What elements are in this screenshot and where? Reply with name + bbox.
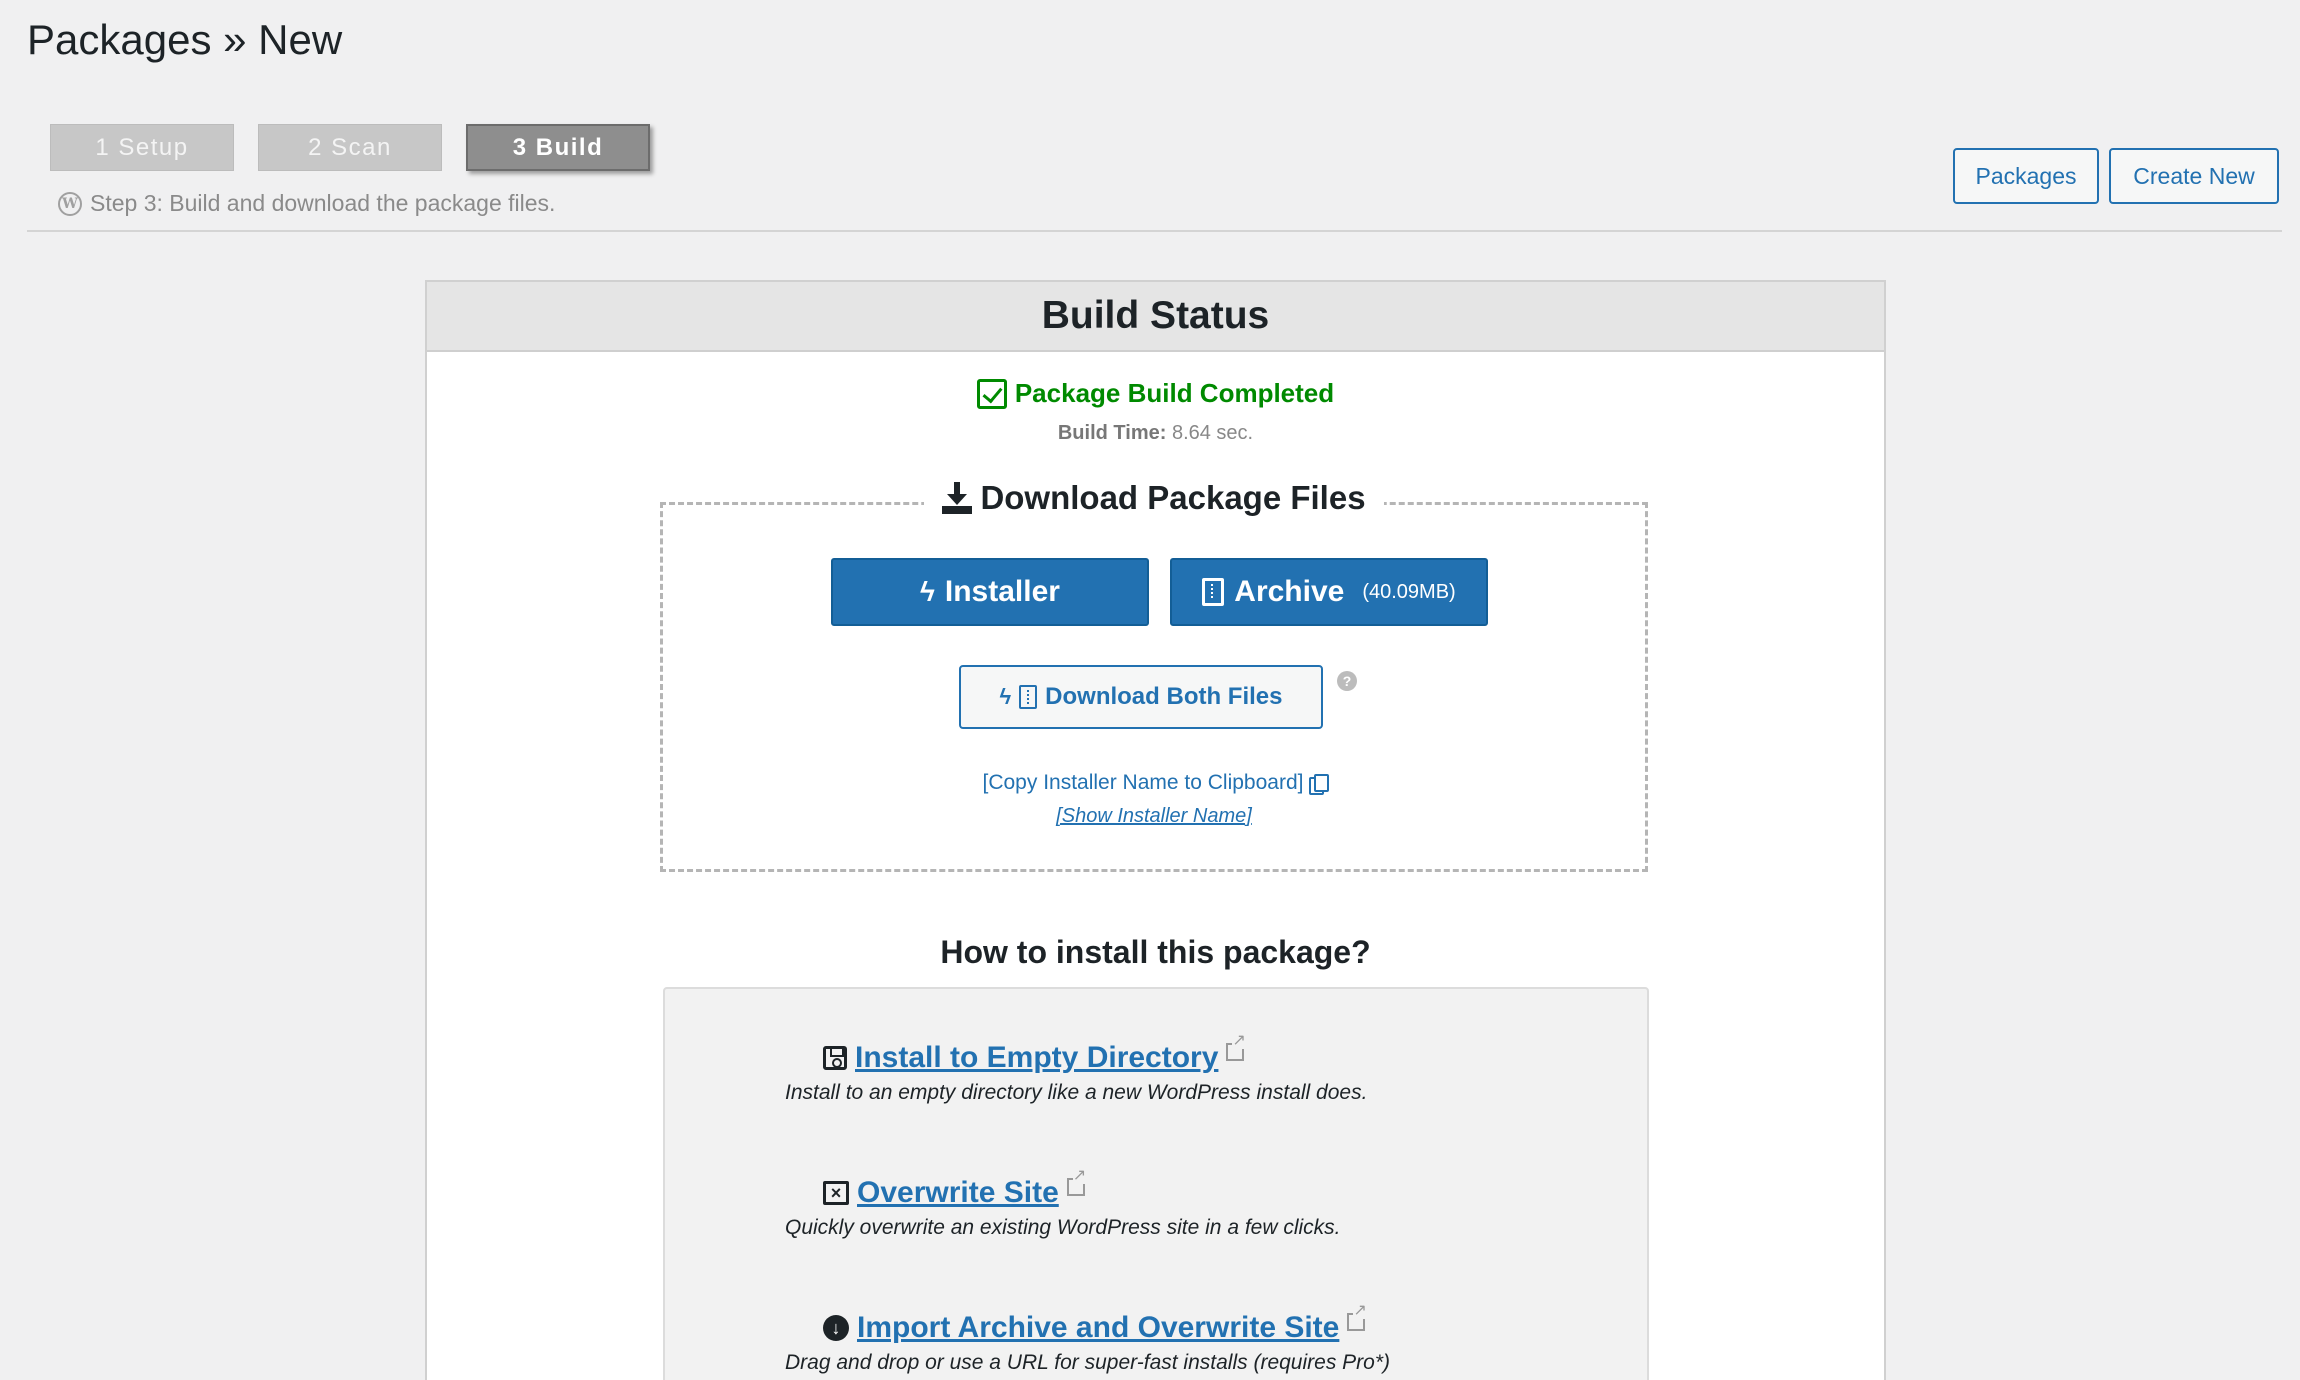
archive-size: (40.09MB) (1362, 580, 1456, 603)
build-time: Build Time: 8.64 sec. (427, 422, 1884, 445)
copy-icon (1309, 774, 1330, 795)
create-new-button[interactable]: Create New (2109, 148, 2279, 204)
install-section-title: How to install this package? (940, 934, 1371, 970)
install-option-desc: Drag and drop or use a URL for super-fas… (785, 1351, 1391, 1374)
install-empty-directory-link[interactable]: Install to Empty Directory (855, 1041, 1218, 1075)
install-option: ↓ Import Archive and Overwrite Site Drag… (785, 1303, 1390, 1375)
copy-installer-name-text: [Copy Installer Name to Clipboard] (982, 771, 1304, 794)
external-link-icon (1347, 1303, 1367, 1331)
build-status-text: Package Build Completed (1014, 378, 1335, 408)
install-options-box: Install to Empty Directory Install to an… (663, 987, 1649, 1380)
bolt-icon: ϟ (920, 576, 935, 607)
import-archive-overwrite-link[interactable]: Import Archive and Overwrite Site (857, 1311, 1339, 1345)
checkbox-checked-icon (976, 378, 1007, 409)
external-link-icon (1066, 1168, 1087, 1196)
install-option-desc: Quickly overwrite an existing WordPress … (785, 1216, 1341, 1239)
show-installer-name-link[interactable]: [Show Installer Name] (663, 805, 1645, 828)
build-time-value: 8.64 sec. (1171, 422, 1254, 444)
file-archive-icon (1202, 578, 1225, 606)
install-option: Install to Empty Directory Install to an… (785, 1033, 1367, 1105)
bolt-icon: ϟ (999, 684, 1012, 709)
step-description-text: Step 3: Build and download the package f… (90, 190, 556, 216)
file-archive-icon (1019, 685, 1038, 709)
install-option-desc: Install to an empty directory like a new… (785, 1081, 1368, 1104)
build-status-panel: Build Status Package Build Completed Bui… (425, 280, 1886, 1380)
step-setup: 1 Setup (50, 124, 234, 171)
copy-installer-name-link[interactable]: [Copy Installer Name to Clipboard] (663, 771, 1645, 795)
step-indicator: 1 Setup 2 Scan 3 Build (50, 124, 650, 171)
help-icon[interactable]: ? (1337, 671, 1357, 691)
step-scan: 2 Scan (258, 124, 442, 171)
install-option: × Overwrite Site Quickly overwrite an ex… (785, 1168, 1341, 1240)
packages-button[interactable]: Packages (1953, 148, 2099, 204)
panel-title: Build Status (427, 282, 1884, 352)
download-legend: Download Package Files (663, 479, 1645, 517)
floppy-icon (823, 1046, 847, 1070)
build-time-label: Build Time: (1057, 422, 1167, 444)
download-legend-text: Download Package Files (980, 479, 1366, 516)
page-title: Packages » New (27, 16, 343, 63)
download-icon (942, 482, 973, 514)
download-fieldset: Download Package Files ϟ Installer Archi… (660, 479, 1648, 872)
installer-button[interactable]: ϟ Installer (831, 558, 1149, 626)
download-both-button[interactable]: ϟ Download Both Files (959, 665, 1323, 729)
header-divider (27, 230, 2282, 232)
x-square-icon: × (823, 1181, 849, 1205)
step-description: W Step 3: Build and download the package… (58, 190, 555, 217)
external-link-icon (1226, 1033, 1246, 1061)
installer-label: Installer (944, 575, 1060, 608)
step-build-active: 3 Build (466, 124, 650, 171)
archive-button[interactable]: Archive (40.09MB) (1170, 558, 1488, 626)
build-status: Package Build Completed (427, 378, 1884, 409)
wordpress-icon: W (58, 191, 82, 216)
download-both-label: Download Both Files (1045, 683, 1283, 710)
archive-label: Archive (1234, 575, 1345, 608)
download-circle-icon: ↓ (823, 1315, 849, 1341)
top-actions: Packages Create New (1953, 148, 2279, 204)
overwrite-site-link[interactable]: Overwrite Site (857, 1176, 1059, 1210)
